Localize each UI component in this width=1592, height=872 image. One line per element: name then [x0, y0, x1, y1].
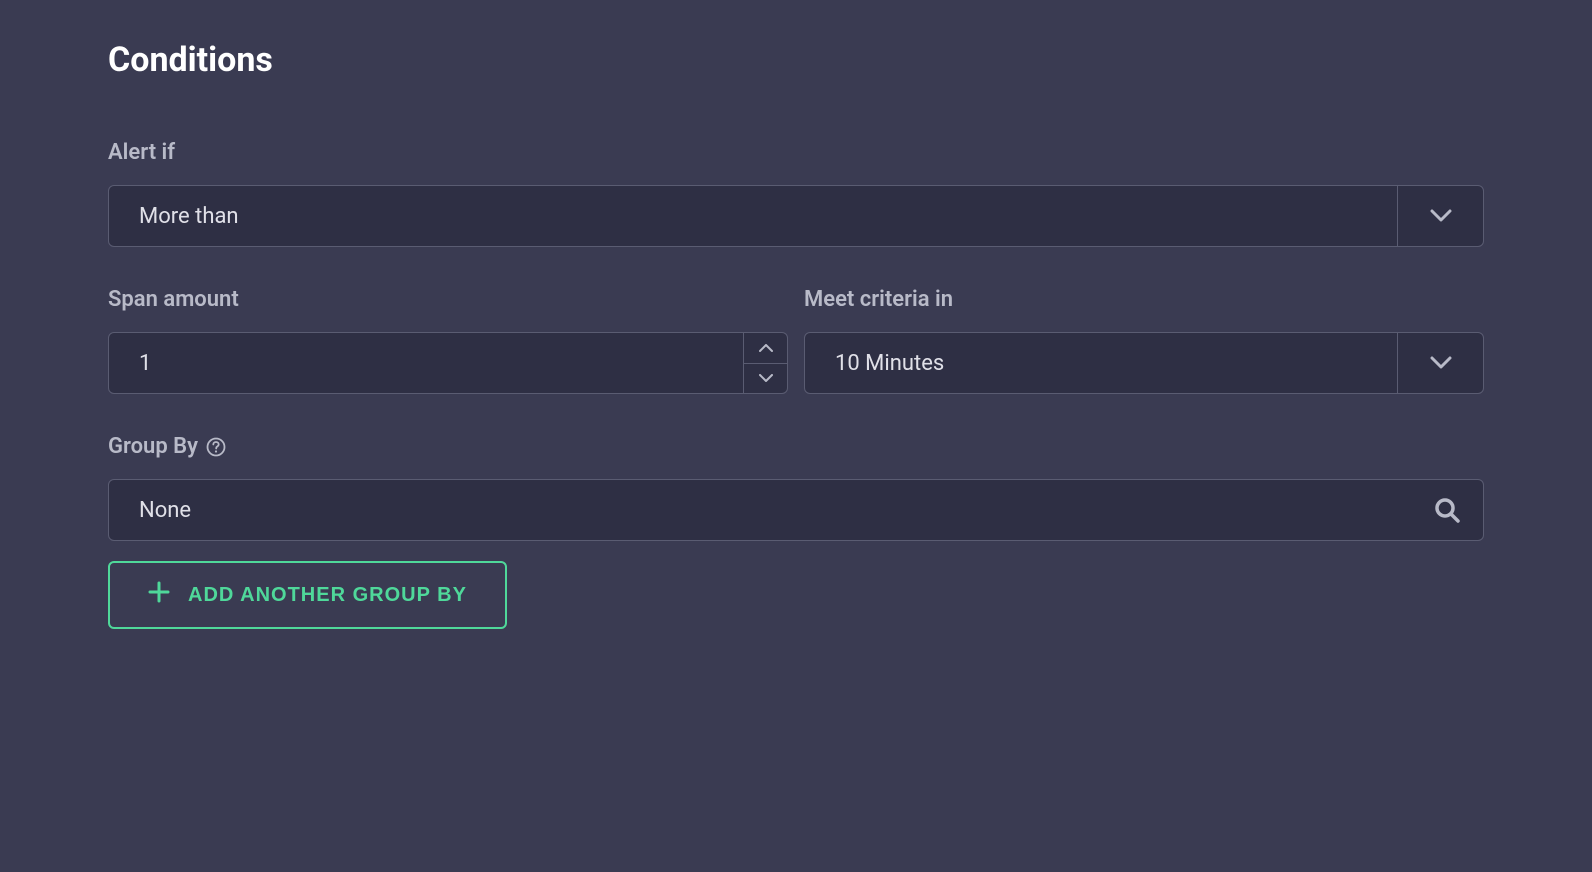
- number-spinner: [743, 333, 787, 393]
- chevron-down-icon: [1397, 333, 1483, 393]
- alert-if-select[interactable]: More than: [108, 185, 1484, 247]
- span-amount-input[interactable]: [109, 333, 743, 393]
- group-by-search[interactable]: None: [108, 479, 1484, 541]
- meet-criteria-label: Meet criteria in: [804, 287, 1484, 312]
- spinner-up-button[interactable]: [744, 333, 787, 364]
- group-by-value: None: [109, 480, 1411, 540]
- meet-criteria-select[interactable]: 10 Minutes: [804, 332, 1484, 394]
- add-group-by-label: ADD ANOTHER GROUP BY: [188, 584, 467, 607]
- group-by-label: Group By: [108, 434, 1484, 459]
- meet-criteria-value: 10 Minutes: [805, 333, 1397, 393]
- chevron-down-icon: [1397, 186, 1483, 246]
- plus-icon: [148, 581, 170, 609]
- group-by-label-text: Group By: [108, 434, 198, 459]
- alert-if-value: More than: [109, 186, 1397, 246]
- spinner-down-button[interactable]: [744, 364, 787, 394]
- section-title: Conditions: [108, 40, 1484, 80]
- span-amount-label: Span amount: [108, 287, 788, 312]
- alert-if-label: Alert if: [108, 140, 1484, 165]
- search-icon: [1411, 480, 1483, 540]
- span-amount-input-wrapper: [108, 332, 788, 394]
- help-icon[interactable]: [206, 437, 226, 457]
- add-group-by-button[interactable]: ADD ANOTHER GROUP BY: [108, 561, 507, 629]
